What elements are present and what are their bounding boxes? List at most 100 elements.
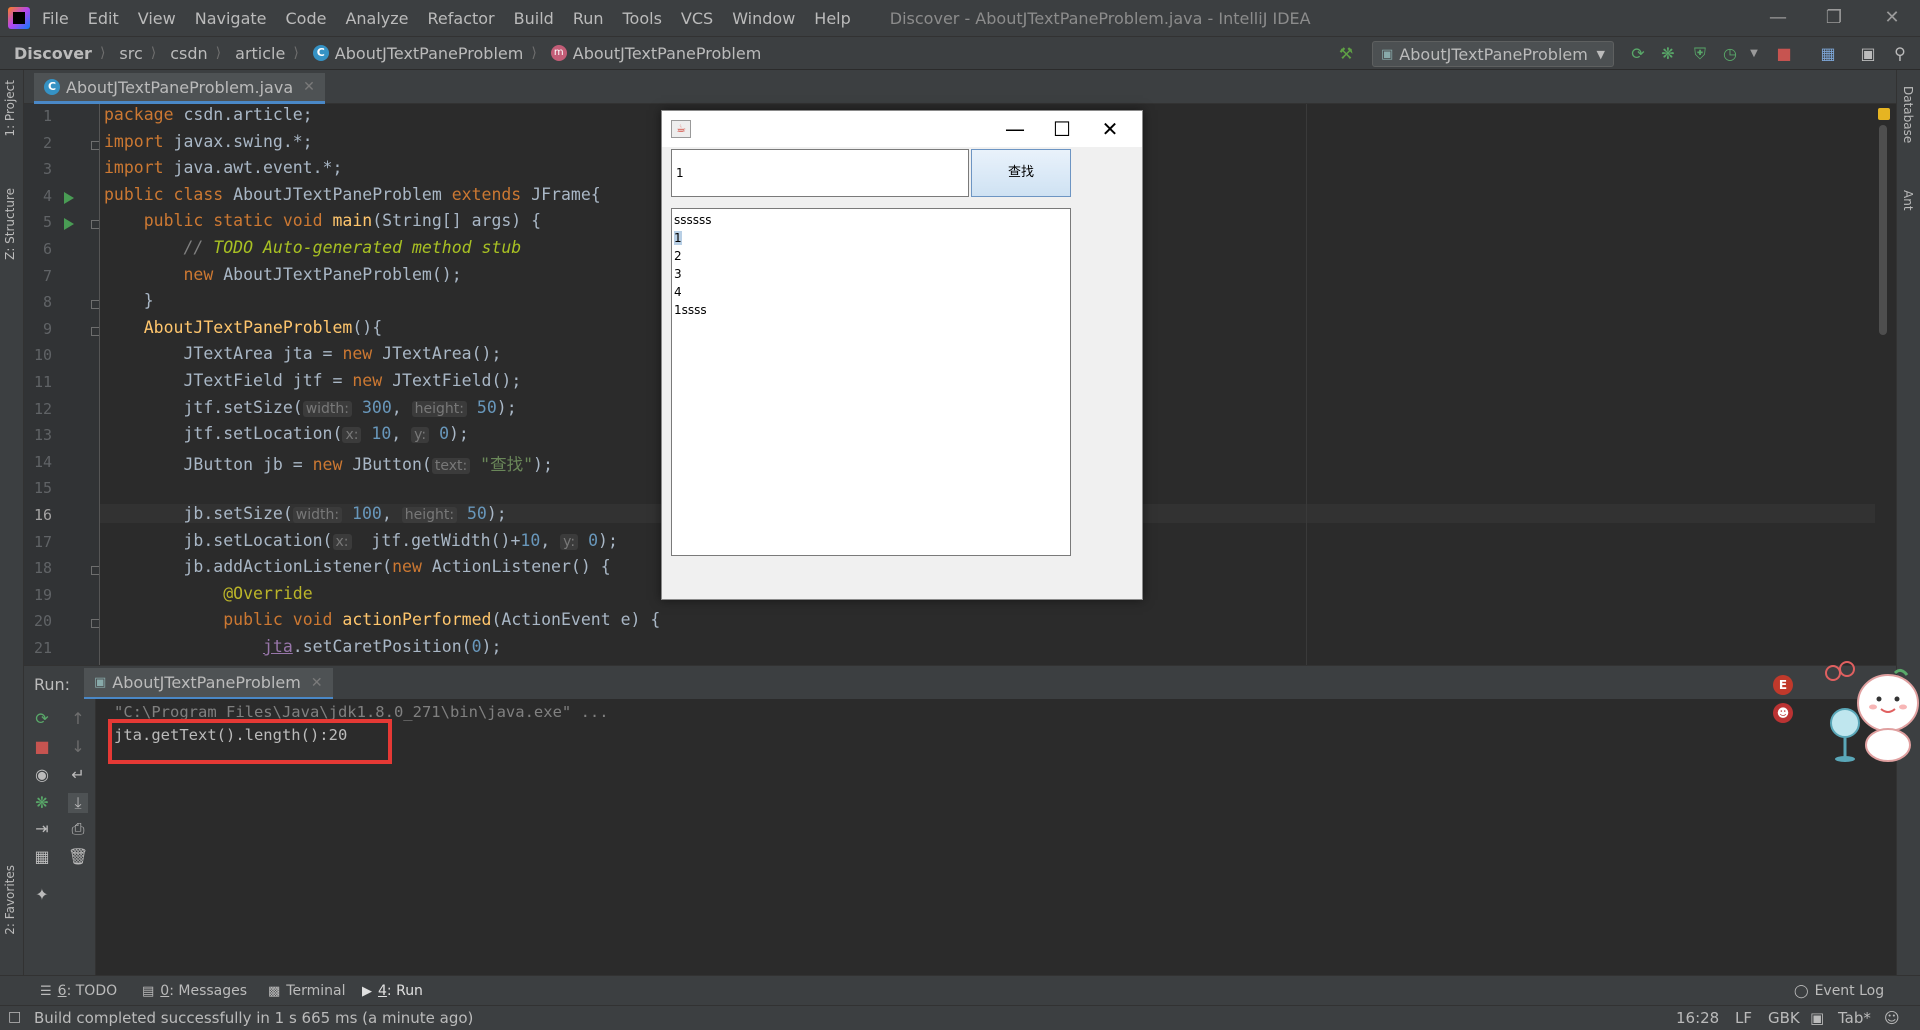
fold-marker-icon[interactable] [91, 140, 99, 150]
layout-icon[interactable]: ▦ [32, 847, 52, 867]
chevron-down-icon[interactable]: ▼ [1744, 44, 1764, 64]
caret-position[interactable]: 16:28 [1676, 1009, 1719, 1027]
tool-tab-structure[interactable]: Z: Structure [3, 188, 17, 260]
text-area[interactable]: ssssss 1 2 3 4 1ssss [671, 208, 1071, 556]
search-text-field[interactable]: 1 [671, 149, 969, 197]
code-token: JFrame{ [521, 184, 601, 204]
breadcrumb-csdn[interactable]: csdn [170, 44, 207, 63]
menu-build[interactable]: Build [514, 9, 554, 28]
code-line: new AboutJTextPaneProblem(); [104, 265, 461, 284]
fold-marker-icon[interactable] [91, 619, 99, 629]
menu-analyze[interactable]: Analyze [345, 9, 408, 28]
debug-bug-icon[interactable]: ❋ [1658, 44, 1678, 64]
restore-icon[interactable]: ❐ [1820, 4, 1848, 32]
rerun-icon[interactable]: ⟳ [1628, 44, 1648, 64]
tool-tab-terminal[interactable]: ▩ Terminal [268, 983, 345, 999]
close-icon[interactable]: ✕ [1878, 4, 1906, 32]
code-token: x: [332, 533, 352, 550]
soft-wrap-icon[interactable]: ↵ [68, 765, 88, 785]
line-number: 12 [33, 399, 52, 418]
menu-edit[interactable]: Edit [88, 9, 119, 28]
code-line: import java.awt.event.*; [104, 158, 342, 177]
run-gutter-icon[interactable] [64, 218, 74, 231]
console-output[interactable]: "C:\Program Files\Java\jdk1.8.0_271\bin\… [96, 699, 1896, 975]
menu-run[interactable]: Run [573, 9, 604, 28]
fold-marker-icon[interactable] [91, 566, 99, 576]
arrow-up-icon[interactable]: ↑ [68, 709, 88, 729]
inspector-icon[interactable]: ☺ [1884, 1009, 1900, 1027]
breadcrumb-method[interactable]: m AboutJTextPaneProblem [550, 44, 761, 63]
bottom-tool-tabs: ☰ 6: TODO ▤ 0: Messages ▩ Terminal ▶ 4: Run … [0, 975, 1920, 1005]
fold-marker-icon[interactable] [91, 326, 99, 336]
swing-maximize-icon[interactable]: ☐ [1042, 115, 1082, 143]
tool-tab-ant[interactable]: Ant [1901, 190, 1915, 211]
event-log-button[interactable]: ◯ Event Log [1794, 983, 1884, 999]
editor-tab-bar: C AboutJTextPaneProblem.java ✕ [24, 70, 1896, 104]
breadcrumb-project[interactable]: Discover [14, 44, 92, 63]
profile-icon[interactable]: ◷ [1720, 44, 1740, 64]
lock-icon[interactable]: ▣ [1810, 1009, 1824, 1027]
scroll-to-end-icon[interactable]: ⤓ [68, 793, 88, 813]
menu-window[interactable]: Window [732, 9, 795, 28]
editor-scrollbar[interactable] [1879, 125, 1887, 335]
menu-navigate[interactable]: Navigate [195, 9, 267, 28]
swing-close-icon[interactable]: ✕ [1090, 115, 1130, 143]
fold-marker-icon[interactable] [91, 220, 99, 230]
print-icon[interactable]: ⎙ [68, 819, 88, 839]
code-token: jtf.setLocation( [183, 424, 343, 444]
stop-icon[interactable]: ■ [1774, 44, 1794, 64]
mascot-illustration [1825, 661, 1919, 762]
menu-tools[interactable]: Tools [623, 9, 662, 28]
coverage-shield-icon[interactable]: ⛨ [1690, 44, 1710, 64]
code-token: jb.setLocation( [183, 530, 333, 550]
menu-code[interactable]: Code [286, 9, 327, 28]
editor-tab-file[interactable]: C AboutJTextPaneProblem.java ✕ [34, 73, 325, 104]
search-button[interactable]: 查找 [971, 149, 1071, 197]
stop-icon[interactable]: ■ [32, 737, 52, 757]
file-encoding[interactable]: GBK [1768, 1009, 1800, 1027]
run-config-select[interactable]: ▣ AboutJTextPaneProblem ▼ [1372, 41, 1614, 67]
menu-vcs[interactable]: VCS [681, 9, 713, 28]
code-token: , [391, 397, 412, 417]
tool-tab-favorites[interactable]: 2: Favorites [3, 865, 17, 935]
run-panel-header: Run: ▣ AboutJTextPaneProblem ✕ [24, 665, 1896, 700]
panel-toggle-icon[interactable]: □ [8, 1009, 21, 1025]
tool-tab-todo[interactable]: ☰ 6: TODO [40, 983, 117, 999]
close-tab-icon[interactable]: ✕ [303, 79, 315, 95]
build-hammer-icon[interactable]: ⚒ [1336, 44, 1356, 64]
debug-bug-icon[interactable]: ❋ [32, 793, 52, 813]
menu-help[interactable]: Help [814, 9, 850, 28]
close-tab-icon[interactable]: ✕ [311, 675, 323, 691]
pin-icon[interactable]: ✦ [32, 885, 52, 905]
minimize-icon[interactable]: — [1764, 4, 1792, 32]
tool-tab-messages[interactable]: ▤ 0: Messages [142, 983, 247, 999]
breadcrumb-class[interactable]: C AboutJTextPaneProblem [312, 44, 523, 63]
status-message: Build completed successfully in 1 s 665 … [34, 1009, 474, 1027]
camera-icon[interactable]: ◉ [32, 765, 52, 785]
exit-icon[interactable]: ⇥ [32, 819, 52, 839]
swing-minimize-icon[interactable]: — [995, 115, 1035, 143]
menu-view[interactable]: View [138, 9, 176, 28]
trash-icon[interactable]: 🗑 [68, 847, 88, 867]
rerun-icon[interactable]: ⟳ [32, 709, 52, 729]
tool-tab-database[interactable]: Database [1901, 86, 1915, 143]
run-play-icon: ▶ [362, 983, 372, 999]
line-number: 19 [33, 585, 52, 604]
tool-tab-run[interactable]: ▶ 4: Run [362, 983, 423, 999]
search-icon[interactable]: ⚲ [1890, 44, 1910, 64]
run-tab[interactable]: ▣ AboutJTextPaneProblem ✕ [84, 668, 333, 700]
arrow-down-icon[interactable]: ↓ [68, 737, 88, 757]
menu-file[interactable]: File [42, 9, 69, 28]
breadcrumb-src[interactable]: src [119, 44, 142, 63]
fold-marker-icon[interactable] [91, 300, 99, 310]
inspection-warning-icon[interactable] [1878, 108, 1890, 120]
breadcrumb-article[interactable]: article [235, 44, 285, 63]
line-separator[interactable]: LF [1735, 1009, 1752, 1027]
run-gutter-icon[interactable] [64, 191, 74, 204]
indent-setting[interactable]: Tab* [1838, 1009, 1871, 1027]
tool-tab-project[interactable]: 1: Project [3, 80, 17, 137]
window-layout-icon[interactable]: ▣ [1858, 44, 1878, 64]
menu-refactor[interactable]: Refactor [428, 9, 495, 28]
project-structure-icon[interactable]: ▦ [1818, 44, 1838, 64]
